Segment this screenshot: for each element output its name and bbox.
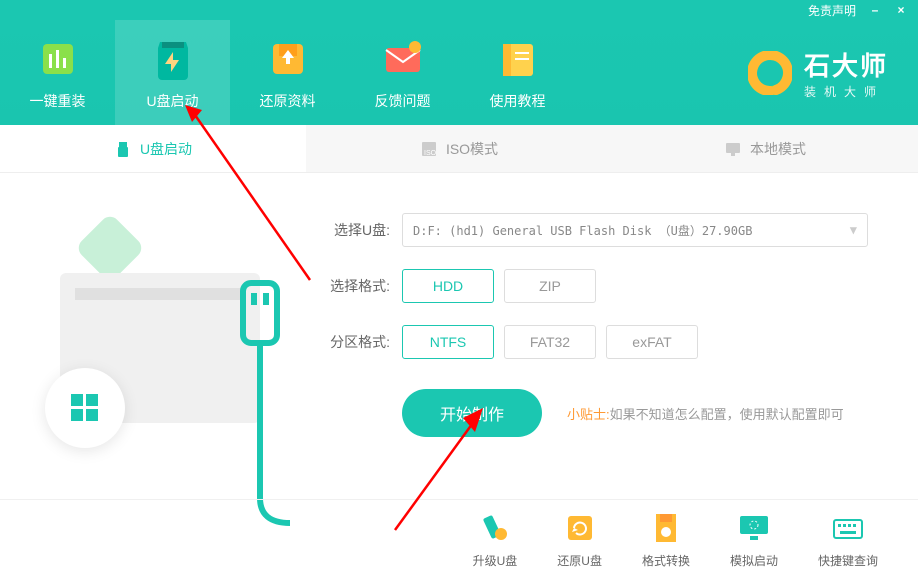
footer-format-convert[interactable]: 格式转换 xyxy=(642,510,690,569)
footer-label: 格式转换 xyxy=(642,552,690,569)
iso-tab-icon: ISO xyxy=(420,140,438,158)
windows-icon xyxy=(65,388,105,428)
usb-tab-icon xyxy=(114,140,132,158)
reinstall-icon xyxy=(34,35,82,83)
footer-label: 模拟启动 xyxy=(730,552,778,569)
simulate-boot-icon xyxy=(736,510,772,546)
local-tab-icon xyxy=(724,140,742,158)
tab-local[interactable]: 本地模式 xyxy=(612,125,918,172)
decoration-windows-badge xyxy=(45,368,125,448)
restore-icon xyxy=(264,35,312,83)
nav-label: 使用教程 xyxy=(490,91,546,111)
footer-label: 升级U盘 xyxy=(473,552,518,569)
nav-label: 一键重装 xyxy=(30,91,86,111)
partition-option-ntfs[interactable]: NTFS xyxy=(402,325,494,359)
nav-usb-boot[interactable]: U盘启动 xyxy=(115,20,230,125)
brand-logo-icon xyxy=(748,51,792,95)
nav-restore[interactable]: 还原资料 xyxy=(230,20,345,125)
brand-subtitle: 装机大师 xyxy=(804,83,888,100)
upgrade-usb-icon xyxy=(477,510,513,546)
mode-tabs: U盘启动 ISO ISO模式 本地模式 xyxy=(0,125,918,173)
nav-reinstall[interactable]: 一键重装 xyxy=(0,20,115,125)
tab-label: U盘启动 xyxy=(140,139,192,159)
footer-label: 还原U盘 xyxy=(557,552,602,569)
footer-simulate-boot[interactable]: 模拟启动 xyxy=(730,510,778,569)
close-button[interactable]: × xyxy=(894,3,908,17)
tutorial-icon xyxy=(494,35,542,83)
format-convert-icon xyxy=(648,510,684,546)
brand-title: 石大师 xyxy=(804,46,888,83)
usb-boot-icon xyxy=(149,35,197,83)
usb-illustration xyxy=(225,278,295,533)
tip-text: 小贴士:如果不知道怎么配置，使用默认配置即可 xyxy=(567,404,844,423)
brand: 石大师 装机大师 xyxy=(748,20,918,125)
footer-label: 快捷键查询 xyxy=(818,552,878,569)
header-nav: 一键重装 U盘启动 还原资料 反馈问题 使用教程 石大师 装机大师 xyxy=(0,20,918,125)
partition-option-fat32[interactable]: FAT32 xyxy=(504,325,596,359)
nav-label: U盘启动 xyxy=(146,91,198,111)
nav-label: 还原资料 xyxy=(260,91,316,111)
nav-feedback[interactable]: 反馈问题 xyxy=(345,20,460,125)
disk-value: D:F: (hd1) General USB Flash Disk （U盘）27… xyxy=(413,222,752,239)
keyboard-icon xyxy=(830,510,866,546)
format-option-zip[interactable]: ZIP xyxy=(504,269,596,303)
disclaimer-link[interactable]: 免责声明 xyxy=(808,2,856,19)
tab-label: ISO模式 xyxy=(446,139,498,159)
footer-shortcut-query[interactable]: 快捷键查询 xyxy=(818,510,878,569)
format-label: 选择格式: xyxy=(320,276,390,296)
svg-text:ISO: ISO xyxy=(424,150,437,157)
tip-label: 小贴士: xyxy=(567,407,610,422)
minimize-button[interactable]: – xyxy=(868,3,882,17)
start-button[interactable]: 开始制作 xyxy=(402,389,542,437)
tab-label: 本地模式 xyxy=(750,139,806,159)
format-option-hdd[interactable]: HDD xyxy=(402,269,494,303)
disk-select[interactable]: D:F: (hd1) General USB Flash Disk （U盘）27… xyxy=(402,213,868,247)
partition-option-exfat[interactable]: exFAT xyxy=(606,325,698,359)
nav-label: 反馈问题 xyxy=(375,91,431,111)
tab-iso[interactable]: ISO ISO模式 xyxy=(306,125,612,172)
partition-label: 分区格式: xyxy=(320,332,390,352)
tab-usb-boot[interactable]: U盘启动 xyxy=(0,125,306,172)
nav-tutorial[interactable]: 使用教程 xyxy=(460,20,575,125)
feedback-icon xyxy=(379,35,427,83)
illustration-panel xyxy=(0,173,310,529)
restore-usb-icon xyxy=(562,510,598,546)
chevron-down-icon: ▼ xyxy=(850,223,857,237)
footer-upgrade-usb[interactable]: 升级U盘 xyxy=(473,510,518,569)
footer-restore-usb[interactable]: 还原U盘 xyxy=(557,510,602,569)
disk-label: 选择U盘: xyxy=(320,220,390,240)
